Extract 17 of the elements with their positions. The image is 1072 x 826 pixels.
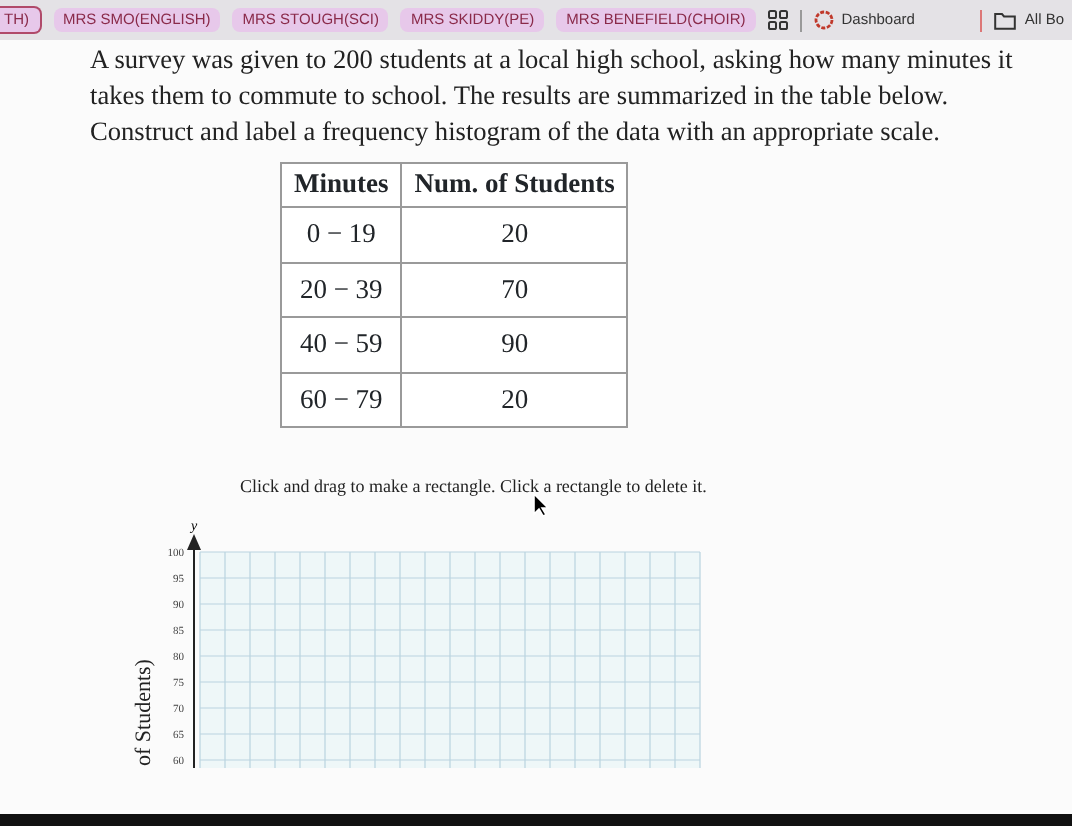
table-cell: 20 <box>401 207 628 262</box>
circle-icon <box>813 10 834 30</box>
table-cell: 20 − 39 <box>281 262 402 317</box>
table-cell: 40 − 59 <box>281 317 402 372</box>
table-cell: 90 <box>401 317 628 372</box>
table-cell: 20 <box>401 372 628 427</box>
table-cell: 60 − 79 <box>281 372 402 427</box>
axis-title: of Students) <box>132 659 156 766</box>
column-header: Minutes <box>281 163 402 207</box>
problem-text: A survey was given to 200 students at a local high school, asking how many minutes it takes them to commute to school. The results are summarized in the table below. Construct and label a frequency histogram of the data with an appropriate scale. <box>88 42 1015 150</box>
pointer-cursor-icon <box>532 492 550 518</box>
instruction-text: Click and drag to make a rectangle. Click a rectangle to delete it. <box>240 476 709 496</box>
table-cell: 0 − 19 <box>281 207 402 262</box>
apps-grid-icon[interactable] <box>767 10 788 30</box>
folder-icon <box>994 11 1017 29</box>
table-cell: 70 <box>401 262 628 317</box>
column-header: Num. of Students <box>401 163 628 207</box>
